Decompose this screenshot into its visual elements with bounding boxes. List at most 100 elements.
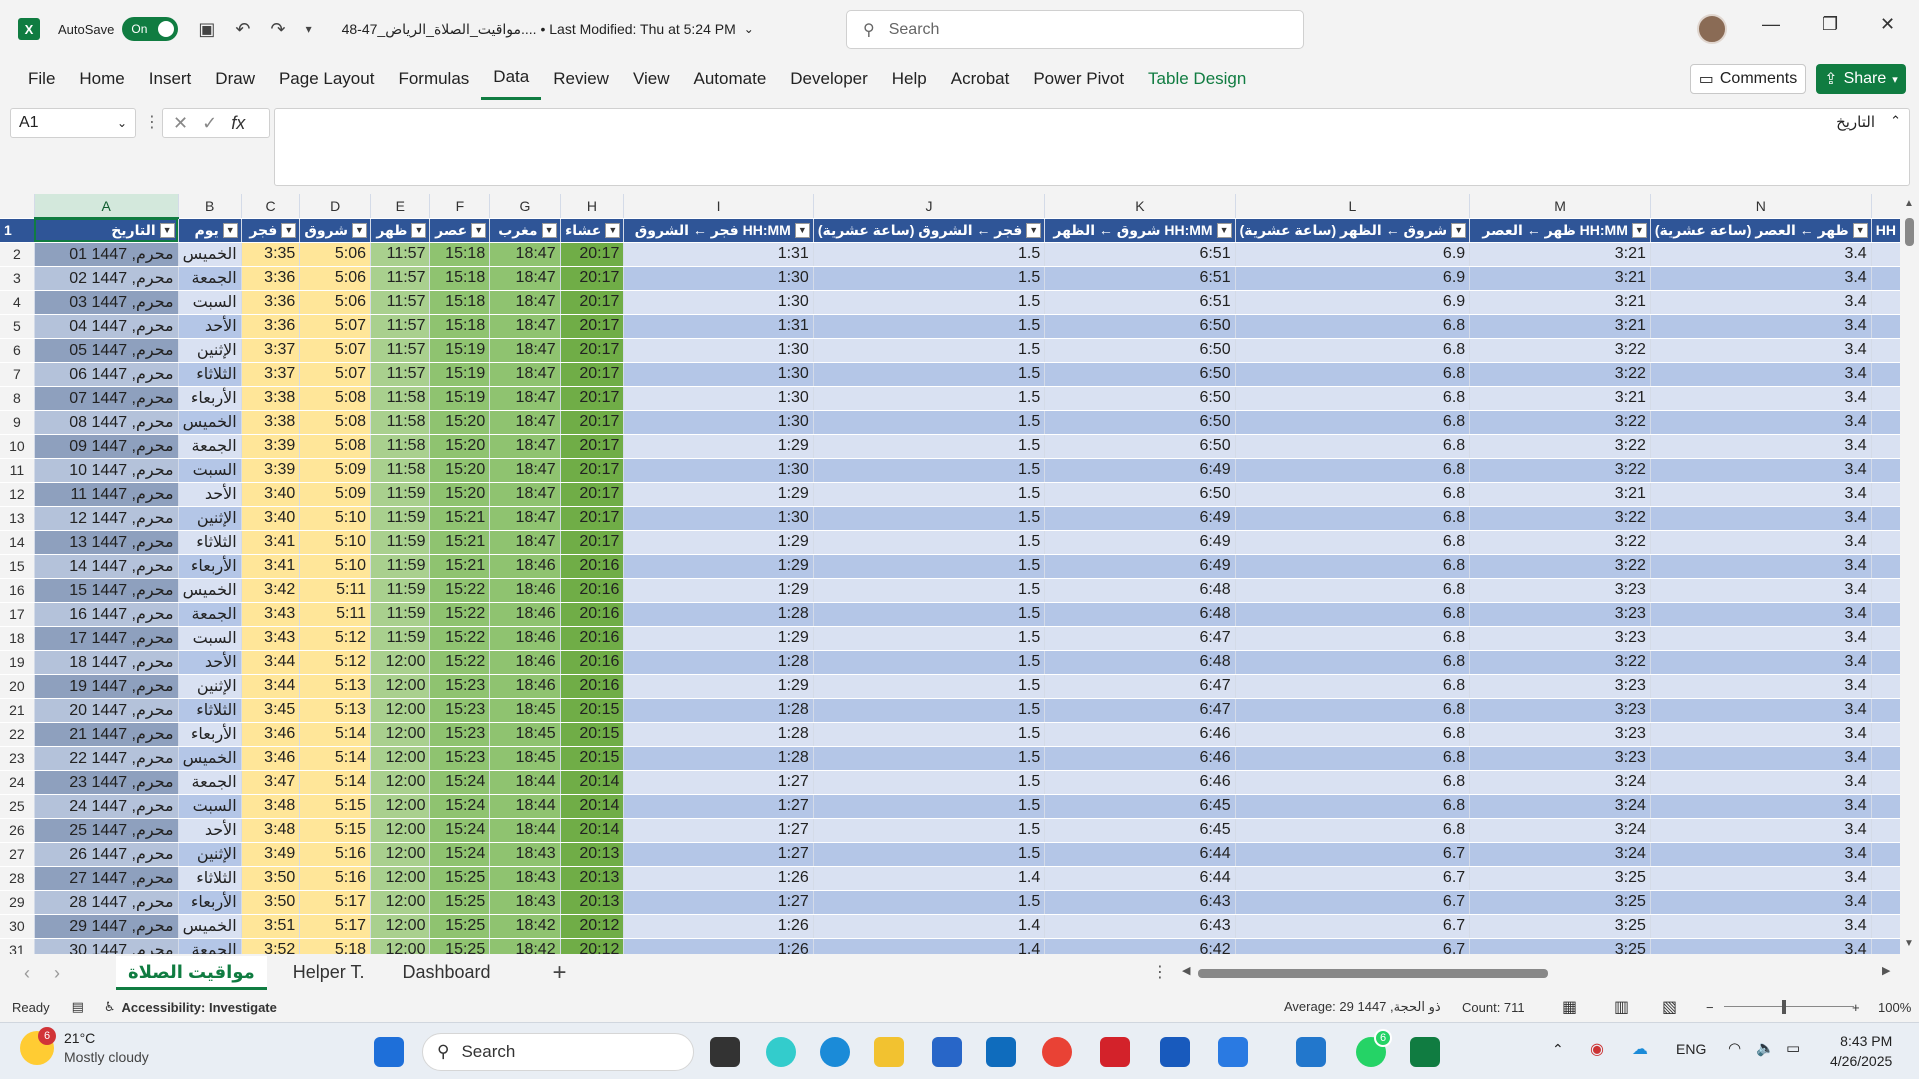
table-cell[interactable]: 6:49 (1044, 530, 1236, 555)
table-cell[interactable]: 6:50 (1044, 338, 1236, 363)
table-cell[interactable]: 6.8 (1235, 626, 1471, 651)
table-cell[interactable]: 6:44 (1044, 842, 1236, 867)
table-cell[interactable]: 12:00 (370, 914, 431, 939)
table-cell[interactable]: 1.5 (813, 290, 1046, 315)
minimize-icon[interactable]: — (1762, 14, 1780, 35)
table-cell[interactable]: 6:50 (1044, 314, 1236, 339)
table-cell[interactable]: 3:22 (1469, 434, 1651, 459)
table-cell[interactable]: الأربعاء (178, 554, 242, 579)
onedrive-icon[interactable]: ☁ (1632, 1039, 1648, 1059)
tab-page-layout[interactable]: Page Layout (267, 58, 386, 100)
tray-app-icon[interactable]: ◉ (1590, 1039, 1604, 1059)
table-cell[interactable]: 15:25 (429, 890, 491, 915)
table-cell[interactable]: 18:46 (489, 650, 561, 675)
table-cell[interactable]: 6.7 (1235, 866, 1471, 891)
table-header-cell[interactable]: شروق ▼ (299, 218, 372, 243)
table-cell[interactable]: 3:44 (241, 650, 301, 675)
table-cell[interactable]: 20:17 (560, 434, 625, 459)
table-cell[interactable]: 18:45 (489, 746, 561, 771)
table-cell[interactable]: 3:22 (1469, 650, 1651, 675)
table-cell[interactable]: 15:18 (429, 266, 491, 291)
table-cell[interactable]: 18:45 (489, 698, 561, 723)
table-cell[interactable]: 27 محرم, 1447 (34, 866, 179, 891)
accessibility-status[interactable]: Accessibility: Investigate (122, 1000, 277, 1015)
table-cell[interactable]: 01 محرم, 1447 (34, 242, 179, 267)
table-cell[interactable]: 1:29 (623, 626, 814, 651)
cancel-icon[interactable]: ✕ (173, 113, 188, 134)
table-cell[interactable]: 15:19 (429, 386, 491, 411)
table-cell[interactable]: 3:22 (1469, 458, 1651, 483)
table-cell[interactable]: 3:42 (241, 578, 301, 603)
table-cell[interactable]: 11:57 (370, 290, 431, 315)
filter-dropdown-icon[interactable]: ▼ (1451, 222, 1467, 238)
row-header[interactable]: 31 (0, 938, 35, 954)
table-cell[interactable]: 3.4 (1650, 770, 1872, 795)
table-cell[interactable]: 18:47 (489, 290, 561, 315)
next-sheet-icon[interactable]: › (54, 963, 60, 984)
table-cell[interactable]: 5:09 (299, 458, 372, 483)
table-cell[interactable]: 6.8 (1235, 434, 1471, 459)
table-cell[interactable]: 6:46 (1044, 746, 1236, 771)
table-cell[interactable]: 12 محرم, 1447 (34, 506, 179, 531)
filter-dropdown-icon[interactable]: ▼ (794, 222, 810, 238)
table-cell[interactable]: 5:18 (299, 938, 372, 954)
table-cell[interactable]: 3:35 (241, 242, 301, 267)
table-cell[interactable]: 1.5 (813, 746, 1046, 771)
table-cell[interactable]: 1:26 (623, 866, 814, 891)
row-header[interactable]: 6 (0, 338, 35, 363)
table-cell[interactable]: 6:46 (1044, 722, 1236, 747)
table-cell[interactable]: 12:00 (370, 770, 431, 795)
table-cell[interactable]: 6.8 (1235, 578, 1471, 603)
table-cell[interactable]: 08 محرم, 1447 (34, 410, 179, 435)
table-cell[interactable]: 5:07 (299, 338, 372, 363)
table-cell[interactable]: 1:28 (623, 722, 814, 747)
table-cell[interactable]: 05 محرم, 1447 (34, 338, 179, 363)
table-cell[interactable]: 20:16 (560, 602, 625, 627)
table-cell[interactable]: 3:49 (241, 842, 301, 867)
table-cell[interactable]: 15:22 (429, 602, 491, 627)
table-cell[interactable]: 3.4 (1650, 386, 1872, 411)
table-cell[interactable]: الثلاثاء (178, 530, 242, 555)
table-header-cell[interactable]: ظهر ← العصر HH:MM ▼ (1469, 218, 1651, 243)
table-cell[interactable]: 3:40 (241, 506, 301, 531)
cell-mode-icon[interactable]: ▤ (72, 999, 84, 1015)
table-cell[interactable]: 5:16 (299, 842, 372, 867)
table-cell[interactable]: 15:22 (429, 578, 491, 603)
table-cell[interactable]: 1.4 (813, 938, 1046, 954)
table-cell[interactable]: 25 محرم, 1447 (34, 818, 179, 843)
table-cell[interactable]: 24 محرم, 1447 (34, 794, 179, 819)
column-header[interactable]: A (34, 194, 179, 219)
table-cell[interactable]: 6:51 (1044, 290, 1236, 315)
table-cell[interactable]: 20 محرم, 1447 (34, 698, 179, 723)
whatsapp-icon[interactable]: 6 (1356, 1029, 1392, 1067)
table-cell[interactable]: الجمعة (178, 266, 242, 291)
vscode-icon[interactable] (1296, 1037, 1326, 1067)
table-cell[interactable]: الخميس (178, 578, 242, 603)
chevron-down-icon[interactable]: ⌄ (744, 22, 754, 36)
table-cell[interactable]: 6.8 (1235, 338, 1471, 363)
table-cell[interactable]: 5:10 (299, 530, 372, 555)
wifi-icon[interactable]: ◠ (1728, 1039, 1741, 1057)
tab-draw[interactable]: Draw (203, 58, 267, 100)
table-header-cell[interactable]: شروق ← الظهر HH:MM ▼ (1044, 218, 1236, 243)
table-cell[interactable]: 3:21 (1469, 482, 1651, 507)
table-cell[interactable]: 3:25 (1469, 890, 1651, 915)
table-cell[interactable]: 6.8 (1235, 794, 1471, 819)
table-header-cell[interactable]: عصر ▼ (429, 218, 491, 243)
column-header[interactable]: J (813, 194, 1046, 219)
excel-taskbar-icon[interactable] (1410, 1037, 1440, 1067)
row-header[interactable]: 13 (0, 506, 35, 531)
table-cell[interactable]: 6:48 (1044, 650, 1236, 675)
tab-formulas[interactable]: Formulas (386, 58, 481, 100)
table-cell[interactable]: 1:31 (623, 242, 814, 267)
table-cell[interactable]: 20:14 (560, 770, 625, 795)
table-cell[interactable]: 12:00 (370, 794, 431, 819)
scroll-left-icon[interactable]: ◀ (1182, 964, 1190, 977)
column-header[interactable]: I (623, 194, 814, 219)
table-cell[interactable]: 3:46 (241, 746, 301, 771)
table-cell[interactable]: 3:43 (241, 626, 301, 651)
table-cell[interactable]: 18:47 (489, 530, 561, 555)
taskbar-search[interactable]: ⚲ Search (422, 1033, 694, 1071)
table-cell[interactable]: الإثنين (178, 674, 242, 699)
table-cell[interactable]: 6.8 (1235, 554, 1471, 579)
